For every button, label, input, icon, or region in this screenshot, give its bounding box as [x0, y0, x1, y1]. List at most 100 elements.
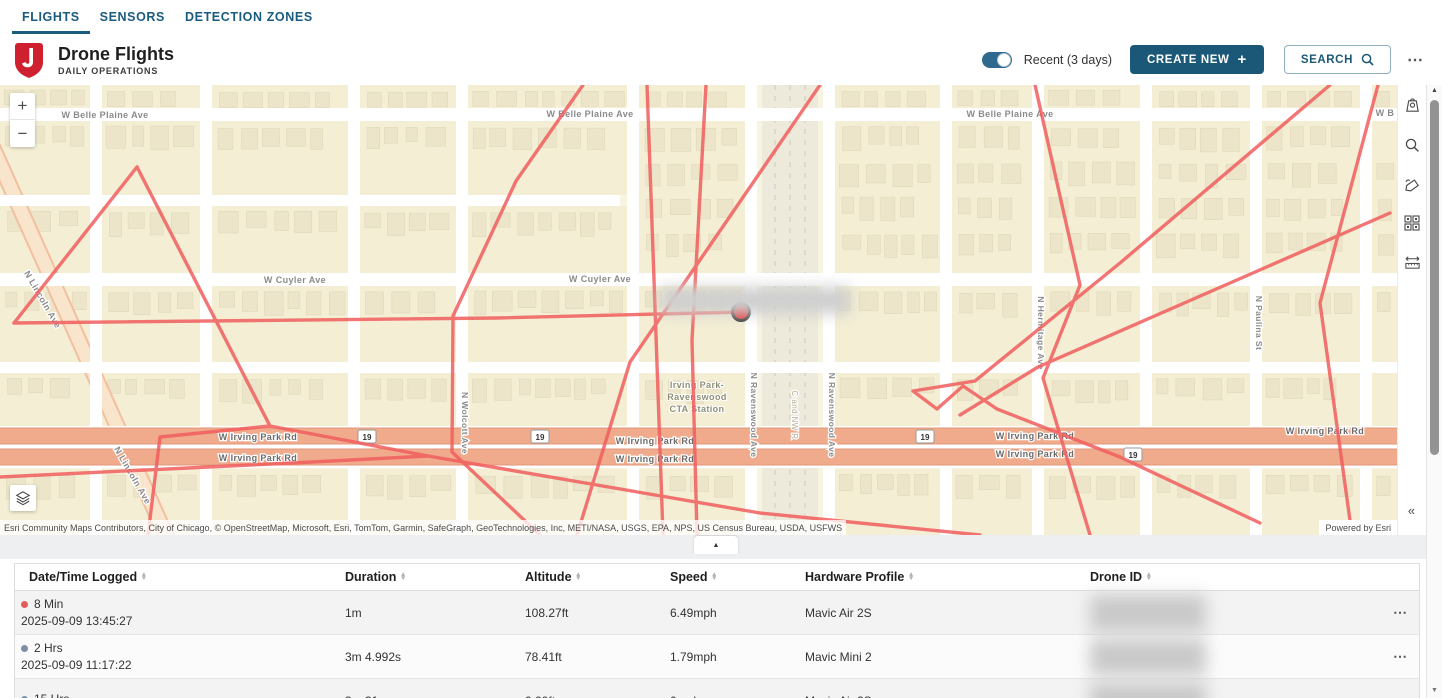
search-icon [1361, 53, 1374, 66]
page-subtitle: DAILY OPERATIONS [58, 66, 174, 76]
page-scrollbar[interactable]: ▲ ▼ [1426, 85, 1442, 698]
street-label: N Paulina St [1254, 296, 1264, 350]
measure-icon[interactable] [1401, 251, 1423, 273]
zoom-out-button[interactable]: − [10, 120, 35, 147]
route-19-shield: 19 [536, 433, 545, 442]
flight-altitude: 108.27ft [511, 591, 656, 634]
drone-id-redacted [1090, 639, 1206, 675]
street-label: C and NW R [790, 391, 799, 440]
flight-timestamp: 2025-09-09 13:45:27 [21, 614, 132, 628]
tab-sensors[interactable]: SENSORS [90, 1, 175, 34]
street-label: W Irving Park Rd [616, 454, 694, 464]
flight-altitude: 78.41ft [511, 635, 656, 678]
cta-station-label: Ravenswood [667, 392, 727, 402]
bookmarks-icon[interactable] [1401, 95, 1423, 117]
map-tools-panel [1397, 85, 1426, 535]
row-more-menu[interactable]: ⋯ [1361, 635, 1419, 678]
flight-age-dot [21, 645, 28, 652]
top-tab-bar: FLIGHTS SENSORS DETECTION ZONES [0, 0, 1442, 34]
search-button[interactable]: SEARCH [1284, 45, 1391, 74]
column-header-label: Duration [345, 570, 396, 584]
flight-speed: 6.49mph [656, 591, 791, 634]
street-label: W Irving Park Rd [1286, 426, 1364, 436]
create-new-label: CREATE NEW [1147, 54, 1229, 66]
page-header: Drone Flights DAILY OPERATIONS Recent (3… [0, 34, 1442, 85]
map-canvas[interactable]: W Belle Plaine AveW Belle Plaine AveW Be… [0, 85, 1397, 535]
attribution-text: Esri Community Maps Contributors, City o… [0, 520, 846, 535]
scroll-up-arrow-icon[interactable]: ▲ [1427, 87, 1442, 94]
sort-icon: ▴▾ [713, 573, 717, 582]
table-gap-strip: ▲ [0, 535, 1426, 559]
app-logo-shield-icon [14, 42, 44, 78]
route-19-shield: 19 [363, 433, 372, 442]
flight-hardware: Mavic Mini 2 [791, 635, 1076, 678]
column-header-drone-id[interactable]: Drone ID ▴▾ [1076, 564, 1361, 590]
sort-icon: ▴▾ [909, 573, 913, 582]
sketch-icon[interactable] [1401, 173, 1423, 195]
street-label: N Wolcott Ave [460, 392, 470, 454]
flights-table-area: Date/Time Logged▴▾Duration▴▾Altitude▴▾Sp… [0, 559, 1426, 698]
plus-icon: + [1237, 51, 1246, 68]
scrollbar-thumb[interactable] [1430, 100, 1439, 455]
sort-icon: ▴▾ [1147, 573, 1151, 582]
column-header-label: Hardware Profile [805, 570, 904, 584]
flight-duration: 1m [331, 591, 511, 634]
street-label: W Cuyler Ave [264, 275, 326, 285]
flight-hardware: Mavic Air 2S [791, 679, 1076, 698]
zoom-in-button[interactable]: + [10, 93, 35, 120]
column-header-label: Date/Time Logged [29, 570, 137, 584]
powered-by-esri: Powered by Esri [1319, 520, 1397, 535]
street-label: N Ravenswood Ave [827, 373, 837, 458]
sort-icon: ▴▾ [401, 573, 405, 582]
flight-duration: 3m 4.992s [331, 635, 511, 678]
collapse-table-handle[interactable]: ▲ [694, 536, 738, 554]
create-new-button[interactable]: CREATE NEW + [1130, 45, 1264, 74]
flights-table: Date/Time Logged▴▾Duration▴▾Altitude▴▾Sp… [14, 563, 1420, 698]
cta-station-label: Irving Park- [670, 380, 724, 390]
page-title: Drone Flights [58, 44, 174, 64]
map-attribution: Esri Community Maps Contributors, City o… [0, 520, 1397, 535]
search-icon[interactable] [1401, 134, 1423, 156]
column-header-duration[interactable]: Duration ▴▾ [331, 564, 511, 590]
street-label: N Hermitage Ave [1036, 296, 1046, 369]
sort-icon: ▴▾ [577, 573, 581, 582]
row-more-menu[interactable]: ⋯ [1361, 591, 1419, 634]
street-label: W B [1376, 108, 1395, 118]
basemap-gallery-icon[interactable] [1401, 212, 1423, 234]
column-header-hardware-profile[interactable]: Hardware Profile ▴▾ [791, 564, 1076, 590]
column-header-label: Altitude [525, 570, 572, 584]
tab-flights[interactable]: FLIGHTS [12, 1, 90, 34]
row-more-menu[interactable]: ⋯ [1361, 679, 1419, 698]
column-header-altitude[interactable]: Altitude ▴▾ [511, 564, 656, 590]
scroll-down-arrow-icon[interactable]: ▼ [1427, 687, 1442, 694]
drone-flights-app: FLIGHTS SENSORS DETECTION ZONES Drone Fl… [0, 0, 1442, 698]
route-19-shield: 19 [921, 433, 930, 442]
recent-toggle[interactable] [982, 52, 1012, 68]
column-header-label: Drone ID [1090, 570, 1142, 584]
flight-duration: 3m 31s [331, 679, 511, 698]
flight-hardware: Mavic Air 2S [791, 591, 1076, 634]
column-header-speed[interactable]: Speed ▴▾ [656, 564, 791, 590]
table-header-row: Date/Time Logged▴▾Duration▴▾Altitude▴▾Sp… [15, 564, 1419, 591]
table-row[interactable]: 15 Hrs3m 31s0.00ft0mphMavic Air 2S⋯ [15, 679, 1419, 698]
drone-id-redacted [1090, 683, 1206, 698]
street-label: W Irving Park Rd [616, 436, 694, 446]
collapse-tools-button[interactable]: « [1397, 503, 1426, 518]
flight-age: 2 Hrs [34, 641, 63, 655]
flight-speed: 0mph [656, 679, 791, 698]
header-more-menu[interactable]: ⋯ [1403, 50, 1428, 70]
layers-button[interactable] [10, 485, 36, 511]
map-zoom-control: + − [10, 93, 35, 147]
column-header-label: Speed [670, 570, 708, 584]
recent-toggle-label: Recent (3 days) [1024, 53, 1112, 67]
street-label: N Ravenswood Ave [749, 373, 759, 458]
table-body: 8 Min2025-09-09 13:45:271m108.27ft6.49mp… [15, 591, 1419, 698]
street-label: W Belle Plaine Ave [61, 110, 148, 120]
page-title-block: Drone Flights DAILY OPERATIONS [58, 44, 174, 76]
table-row[interactable]: 2 Hrs2025-09-09 11:17:223m 4.992s78.41ft… [15, 635, 1419, 679]
toggle-knob [997, 53, 1011, 67]
table-row[interactable]: 8 Min2025-09-09 13:45:271m108.27ft6.49mp… [15, 591, 1419, 635]
tab-detection-zones[interactable]: DETECTION ZONES [175, 1, 323, 34]
flight-age-dot [21, 601, 28, 608]
column-header-date-time-logged[interactable]: Date/Time Logged▴▾ [15, 564, 331, 590]
